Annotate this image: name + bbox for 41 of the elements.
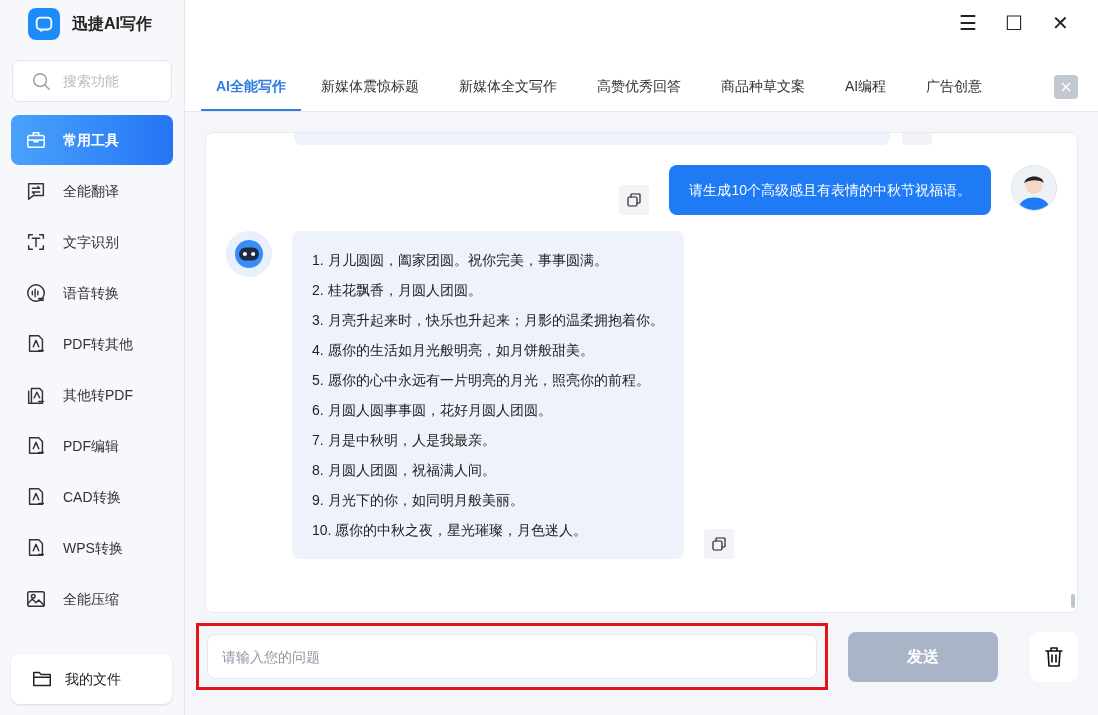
sidebar-item[interactable]: PDF编辑 — [11, 421, 173, 471]
sidebar-item[interactable]: 全能压缩 — [11, 574, 173, 624]
user-message: 请生成10个高级感且有表情的中秋节祝福语。 — [669, 165, 991, 215]
sidebar-item[interactable]: PDF转其他 — [11, 319, 173, 369]
menu-button[interactable]: ☰ — [956, 11, 980, 35]
sidebar-item[interactable]: 语音转换 — [11, 268, 173, 318]
copy-button[interactable] — [619, 185, 650, 215]
close-button[interactable]: ✕ — [1048, 11, 1072, 35]
avatar-icon — [1011, 165, 1057, 211]
voice-wave-icon — [25, 282, 47, 304]
text-scan-icon — [25, 231, 47, 253]
sidebar-item[interactable]: WPS转换 — [11, 523, 173, 573]
my-files-button[interactable]: 我的文件 — [11, 654, 172, 704]
sidebar-item[interactable]: 文字识别 — [11, 217, 173, 267]
maximize-button[interactable]: ☐ — [1002, 11, 1026, 35]
robot-avatar-icon — [226, 231, 272, 277]
copy-icon — [625, 191, 644, 209]
tab[interactable]: 广告创意 — [906, 63, 1003, 111]
tab[interactable]: 新媒体全文写作 — [439, 63, 577, 111]
image-icon — [25, 588, 47, 610]
bot-message: 1. 月儿圆圆，阖家团圆。祝你完美，事事圆满。 2. 桂花飘香，月圆人团圆。 3. 月亮升起来时，快乐也升起来；月影的温柔拥抱着你。 4. 愿你的生活如月光般明亮，如月饼般甜美。 5. 愿你的心中永远有一片明亮的月光，照亮你的前程。 6. 月圆人圆事事圆，花好月圆人团圆。 7. 月是中秋明，人是我最亲。 8. 月圆人团圆，祝福满人间。 9. 月光下的你，如同明月般美丽。 10. 愿你的中秋之夜，星光璀璨，月色迷人。 — [292, 231, 684, 559]
sidebar-item[interactable]: 其他转PDF — [11, 370, 173, 420]
chat-arrows-icon — [25, 180, 47, 202]
app-logo-icon — [28, 8, 60, 40]
tab[interactable]: AI全能写作 — [201, 63, 301, 111]
sidebar-item[interactable]: CAD转换 — [11, 472, 173, 522]
tab[interactable]: 新媒体震惊标题 — [301, 63, 439, 111]
tab[interactable]: 高赞优秀回答 — [577, 63, 701, 111]
search-field[interactable]: 搜索功能 — [12, 60, 172, 102]
toolbox-icon — [25, 129, 47, 151]
trash-icon — [1042, 644, 1066, 669]
question-input[interactable]: 请输入您的问题 — [207, 634, 817, 679]
copy-button[interactable] — [704, 529, 734, 559]
tab[interactable]: 商品种草文案 — [701, 63, 825, 111]
scrollbar-thumb[interactable] — [1071, 594, 1075, 608]
trash-button[interactable] — [1030, 631, 1078, 682]
search-icon — [30, 70, 52, 92]
tab[interactable]: AI编程 — [825, 63, 907, 111]
app-title: 迅捷AI写作 — [72, 14, 152, 34]
copy-icon — [710, 535, 728, 553]
sidebar-item[interactable]: 全能翻译 — [11, 166, 173, 216]
